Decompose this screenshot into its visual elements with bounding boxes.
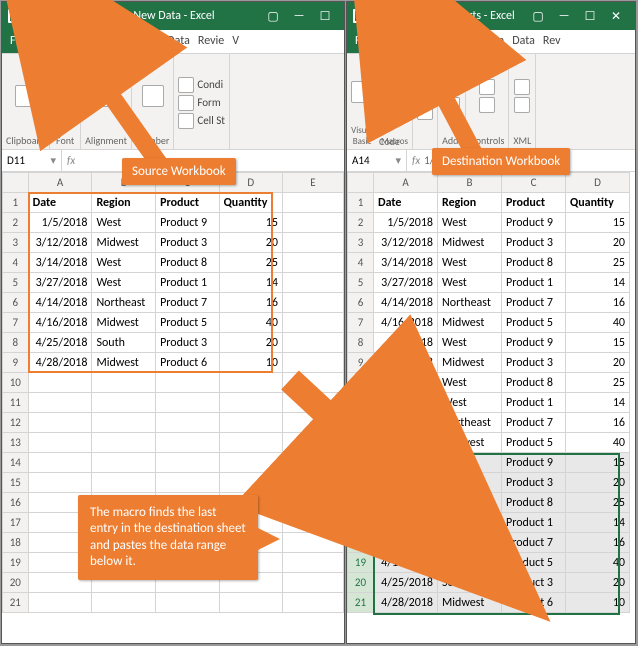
source-workbook-callout: Source Workbook (122, 158, 236, 185)
macro-description-callout: The macro finds the last entry in the de… (78, 495, 258, 580)
destination-workbook-callout: Destination Workbook (432, 148, 570, 175)
